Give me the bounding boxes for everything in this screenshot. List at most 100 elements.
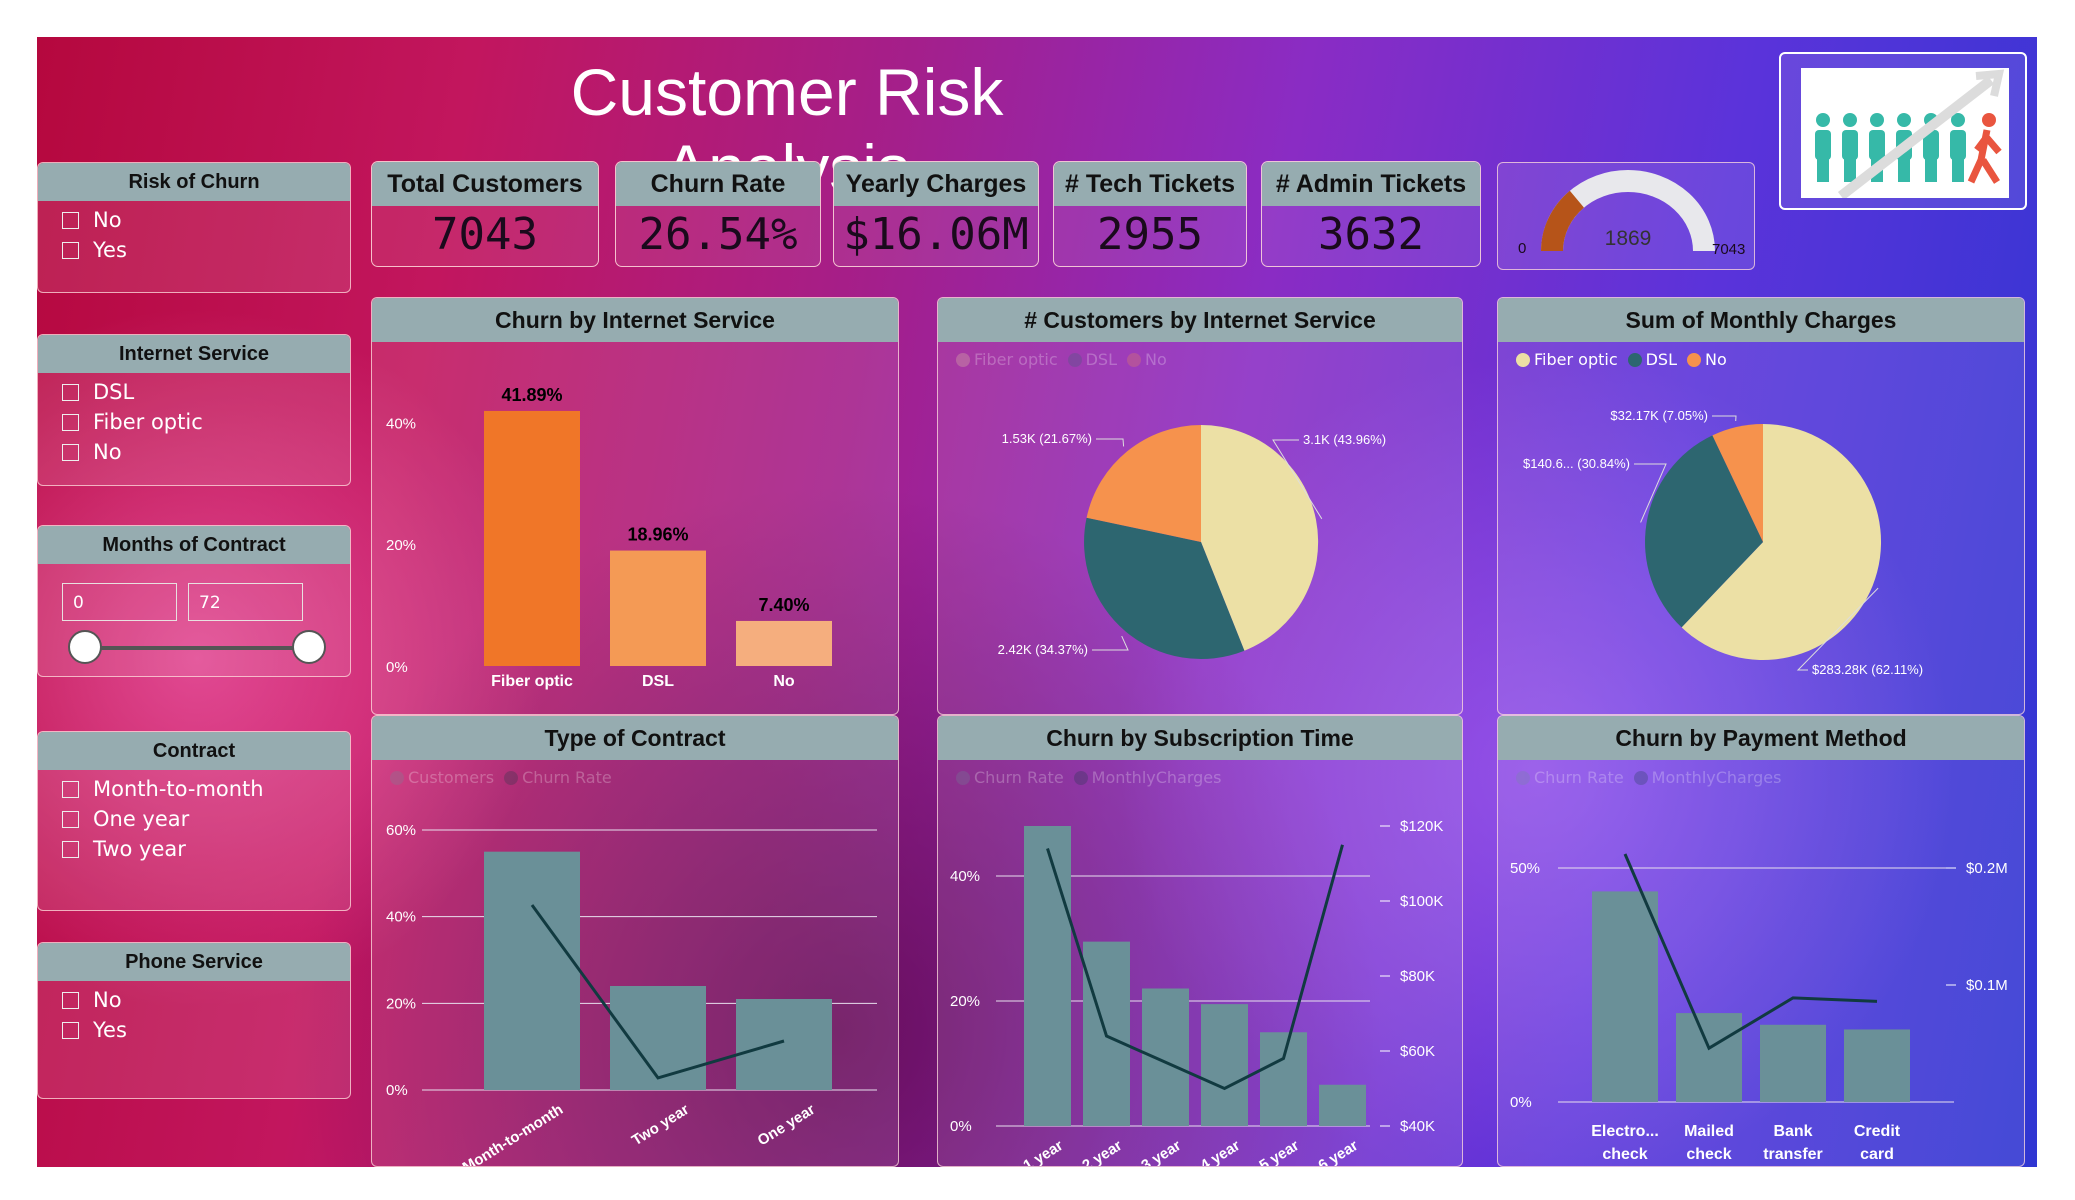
data-label: 7.40%	[758, 595, 809, 615]
checkbox[interactable]	[62, 241, 79, 259]
x-tick-label: Credit	[1854, 1123, 1901, 1140]
y2-tick-label: $0.2M	[1966, 860, 2008, 877]
option-month-to-month[interactable]: Month-to-month	[62, 777, 350, 801]
x-tick-label: < 2 year	[1068, 1137, 1125, 1167]
chart-title: Churn by Internet Service	[372, 298, 898, 342]
checkbox[interactable]	[62, 780, 79, 798]
option-fiber-optic[interactable]: Fiber optic	[62, 410, 350, 434]
y-tick-label: 40%	[386, 909, 416, 926]
kpi-label: Yearly Charges	[834, 162, 1038, 206]
months-min-input[interactable]: 0	[62, 583, 177, 621]
slicer-contract: Contract Month-to-month One year Two yea…	[37, 731, 351, 911]
x-tick-label: No	[773, 673, 795, 690]
x-tick-label: < 5 year	[1245, 1137, 1302, 1167]
bar	[1142, 988, 1189, 1126]
chart-title: Sum of Monthly Charges	[1498, 298, 2024, 342]
x-tick-label: transfer	[1763, 1146, 1823, 1163]
slice-label: $140.6... (30.84%)	[1523, 456, 1630, 471]
kpi-value: 3632	[1318, 209, 1424, 260]
y-tick-label: 0%	[386, 1082, 408, 1099]
option-yes[interactable]: Yes	[62, 238, 350, 262]
bar	[484, 851, 580, 1090]
checkbox[interactable]	[62, 1021, 79, 1039]
slicer-risk-of-churn: Risk of Churn No Yes	[37, 162, 351, 293]
x-tick-label: < 6 year	[1304, 1137, 1361, 1167]
slicer-title: Phone Service	[38, 943, 350, 981]
y2-tick-label: $60K	[1400, 1043, 1435, 1060]
checkbox[interactable]	[62, 413, 79, 431]
chart-sum-monthly-charges: Sum of Monthly Charges Fiber optic DSL N…	[1497, 297, 2025, 715]
y2-tick-label: $120K	[1400, 818, 1443, 835]
kpi-label: # Tech Tickets	[1054, 162, 1246, 206]
bar	[1024, 826, 1071, 1126]
range-track	[86, 646, 310, 650]
y-tick-label: 0%	[950, 1118, 972, 1135]
checkbox[interactable]	[62, 443, 79, 461]
option-no[interactable]: No	[62, 988, 350, 1012]
leader-line	[1712, 415, 1737, 422]
x-tick-label: < 3 year	[1127, 1137, 1184, 1167]
slice-label: 2.42K (34.37%)	[998, 642, 1088, 657]
checkbox[interactable]	[62, 840, 79, 858]
checkbox[interactable]	[62, 211, 79, 229]
chart-svg: 3.1K (43.96%) 2.42K (34.37%) 1.53K (21.67%…	[998, 424, 1386, 660]
kpi-tech-tickets: # Tech Tickets 2955	[1053, 161, 1247, 267]
option-one-year[interactable]: One year	[62, 807, 350, 831]
months-max-input[interactable]: 72	[188, 583, 303, 621]
option-label: DSL	[93, 380, 135, 404]
option-label: No	[93, 988, 122, 1012]
gauge-min: 0	[1518, 240, 1526, 257]
kpi-admin-tickets: # Admin Tickets 3632	[1261, 161, 1481, 267]
slice-label: $32.17K (7.05%)	[1610, 408, 1708, 423]
slicer-title: Internet Service	[38, 335, 350, 373]
checkbox[interactable]	[62, 810, 79, 828]
x-tick-label: One year	[755, 1101, 819, 1150]
option-two-year[interactable]: Two year	[62, 837, 350, 861]
option-no[interactable]: No	[62, 208, 350, 232]
dashboard-canvas: Customer Risk Analysis Total Customers 7…	[37, 37, 2037, 1167]
y-tick-label: 20%	[950, 993, 980, 1010]
gauge-max: 7043	[1712, 241, 1745, 258]
option-no[interactable]: No	[62, 440, 350, 464]
chart-churn-by-payment-method: Churn by Payment Method Churn Rate Month…	[1497, 715, 2025, 1167]
slicer-internet-service: Internet Service DSL Fiber optic No	[37, 334, 351, 486]
slicer-title: Risk of Churn	[38, 163, 350, 201]
y-tick-label: 0%	[386, 659, 408, 676]
slice-label: 1.53K (21.67%)	[1002, 431, 1092, 446]
x-tick-label: < 1 year	[1009, 1137, 1066, 1167]
y-tick-label: 20%	[386, 995, 416, 1012]
slicer-months-of-contract: Months of Contract 0 72	[37, 525, 351, 677]
x-tick-label: check	[1602, 1146, 1647, 1163]
kpi-yearly-charges: Yearly Charges $16.06M	[833, 161, 1039, 267]
kpi-value: $16.06M	[843, 209, 1029, 260]
chart-svg: 40% 20% 0% 41.89% Fiber optic 18.96% DSL 7.40% N…	[386, 385, 832, 690]
bar	[610, 550, 706, 666]
checkbox[interactable]	[62, 383, 79, 401]
option-label: Fiber optic	[93, 410, 203, 434]
checkbox[interactable]	[62, 991, 79, 1009]
data-label: 41.89%	[501, 385, 562, 405]
x-tick-label: Two year	[629, 1101, 692, 1149]
y-tick-label: 20%	[386, 537, 416, 554]
bar	[1260, 1032, 1307, 1126]
chart-churn-by-internet-service: Churn by Internet Service 40% 20% 0% 41.89%…	[371, 297, 899, 715]
leader-line	[1092, 635, 1129, 651]
chart-svg: 60% 40% 20% 0% Month-to-month Two year One yea…	[386, 822, 877, 1166]
range-min-handle[interactable]	[68, 630, 102, 664]
chart-churn-by-subscription-time: Churn by Subscription Time Churn Rate Mo…	[937, 715, 1463, 1167]
chart-title: # Customers by Internet Service	[938, 298, 1462, 342]
option-yes[interactable]: Yes	[62, 1018, 350, 1042]
x-tick-label: check	[1686, 1146, 1731, 1163]
slice-label: 3.1K (43.96%)	[1303, 432, 1386, 447]
chart-svg: 40%20%0%$120K$100K$80K$60K$40K< 1 year < …	[950, 818, 1443, 1167]
chart-title: Churn by Payment Method	[1498, 716, 2024, 760]
data-label: 18.96%	[627, 525, 688, 545]
y2-tick-label: $80K	[1400, 968, 1435, 985]
bar	[610, 986, 706, 1090]
option-label: Yes	[93, 1018, 127, 1042]
option-dsl[interactable]: DSL	[62, 380, 350, 404]
range-max-handle[interactable]	[292, 630, 326, 664]
option-label: Month-to-month	[93, 777, 264, 801]
x-tick-label: card	[1860, 1146, 1894, 1163]
chart-svg: 50% 0% $0.2M $0.1M Electro... check Mailed chec…	[1510, 853, 2008, 1163]
